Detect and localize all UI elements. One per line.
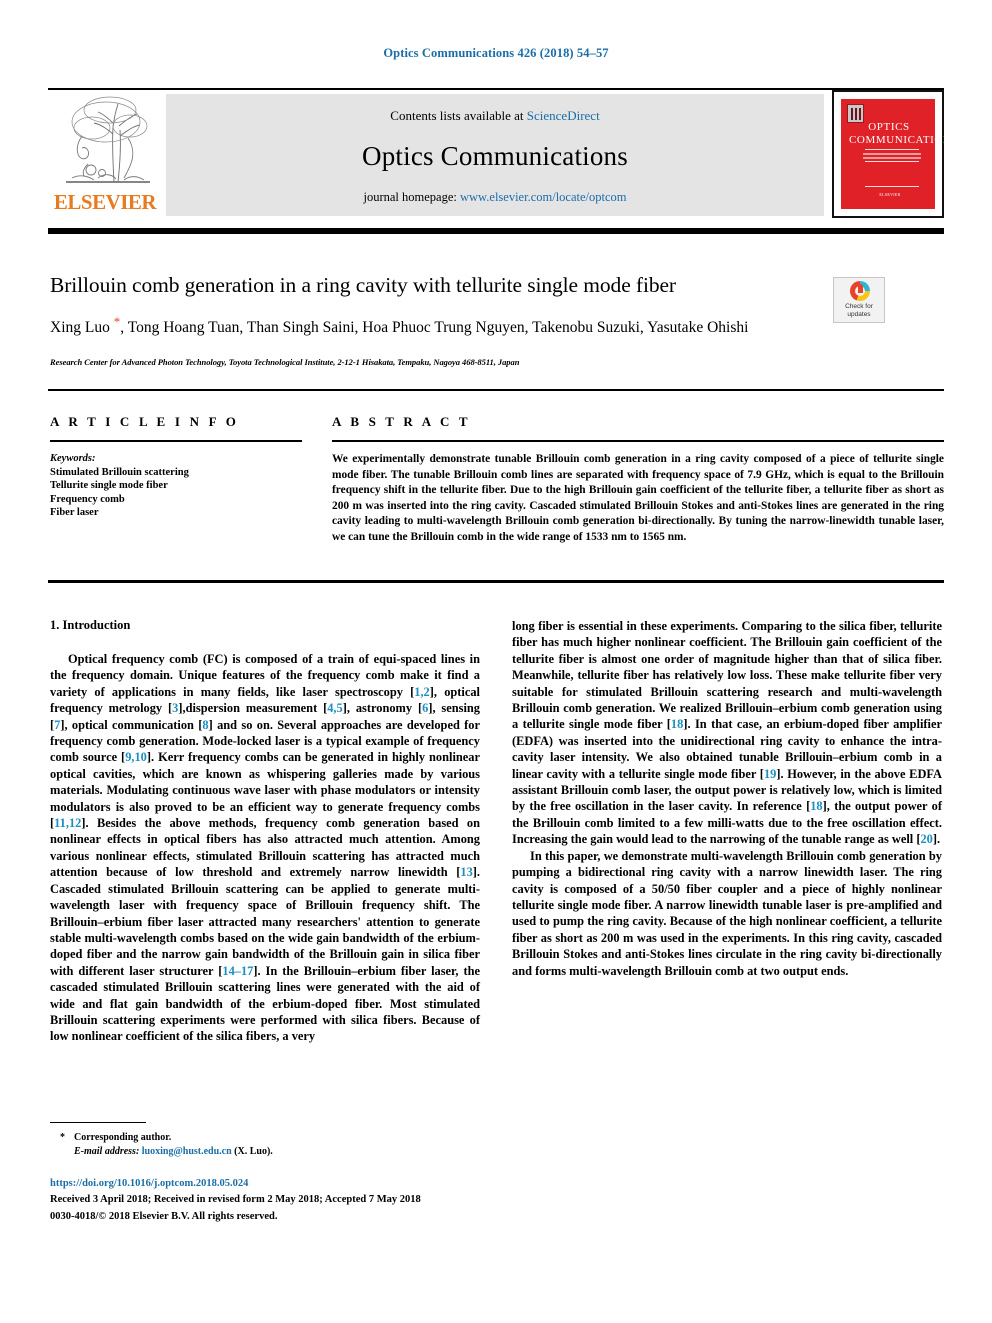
cover-footer-text: ELSEVIER [879,192,901,197]
abstract-heading: A B S T R A C T [332,414,471,429]
journal-cover-thumbnail: OPTICS COMMUNICATIONS ELSEVIER [832,90,959,218]
crossmark-line1: Check for [845,303,873,310]
crossmark-icon [850,281,870,301]
keyword-item: Tellurite single mode fiber [50,480,168,491]
info-section-top-rule [48,389,944,391]
journal-masthead: ELSEVIER Contents lists available at Sci… [48,88,959,218]
article-info-rule [50,440,302,442]
corresponding-author-marker: * [113,314,121,329]
received-dates: Received 3 April 2018; Received in revis… [50,1194,421,1205]
email-label: E-mail address: [74,1146,140,1157]
citation-ref[interactable]: 19 [764,767,776,781]
authors-text: Xing Luo *, Tong Hoang Tuan, Than Singh … [50,314,749,337]
citation-ref[interactable]: 14–17 [222,964,253,978]
affiliation: Research Center for Advanced Photon Tech… [50,357,520,367]
keyword-item: Stimulated Brillouin scattering [50,466,189,478]
cover-title-line2: COMMUNICATIONS [849,134,959,146]
footnote-rule [50,1122,146,1124]
email-link[interactable]: luoxing@hust.edu.cn [142,1146,232,1157]
elsevier-logo: ELSEVIER [50,94,158,216]
journal-title: Optics Communications [362,141,628,171]
journal-band: Contents lists available at ScienceDirec… [166,94,824,216]
keywords-label: Keywords: [50,453,96,464]
running-head: Optics Communications 426 (2018) 54–57 [383,46,609,60]
copyright-line: 0030-4018/© 2018 Elsevier B.V. All right… [50,1211,278,1222]
crossmark-label: Check for updates [834,303,884,319]
author-list: Xing Luo *, Tong Hoang Tuan, Than Singh … [50,310,810,339]
paragraph-left-1: Optical frequency comb (FC) is composed … [50,652,480,1044]
homepage-prefix: journal homepage: [363,190,460,204]
doi-link[interactable]: https://doi.org/10.1016/j.optcom.2018.05… [50,1178,248,1189]
email-note: E-mail address: luoxing@hust.edu.cn (X. … [50,1145,480,1159]
citation-ref[interactable]: 9,10 [125,750,147,764]
citation-ref[interactable]: 4,5 [327,701,343,715]
journal-homepage-line: journal homepage: www.elsevier.com/locat… [166,190,824,205]
citation-ref[interactable]: 18 [810,799,822,813]
citation-ref[interactable]: 11,12 [54,816,81,830]
masthead-bottom-rule [48,228,944,234]
keyword-item: Fiber laser [50,507,99,518]
body-column-right: long fiber is essential in these experim… [512,618,942,979]
page-title: Brillouin comb generation in a ring cavi… [50,273,676,297]
footnote-star: * [60,1132,65,1143]
abstract-text: We experimentally demonstrate tunable Br… [332,453,944,543]
cover-title-line1: OPTICS [868,121,910,133]
cover-rule-1 [865,149,919,150]
journal-cover-inner: OPTICS COMMUNICATIONS ELSEVIER [839,97,959,211]
elsevier-tree-icon [58,94,154,188]
journal-homepage-link[interactable]: www.elsevier.com/locate/optcom [460,190,627,204]
cover-rule-3 [865,186,919,187]
keyword-item: Frequency comb [50,493,125,505]
elsevier-wordmark: ELSEVIER [53,190,157,214]
citation-ref[interactable]: 18 [671,717,683,731]
email-suffix: (X. Luo). [234,1146,273,1157]
body-column-left: 1. Introduction Optical frequency comb (… [50,618,480,1045]
article-info-heading: A R T I C L E I N F O [50,414,240,429]
citation-ref[interactable]: 20 [920,832,932,846]
masthead-top-rule [48,88,944,90]
contents-available-line: Contents lists available at ScienceDirec… [166,108,824,124]
paragraph-right-2: In this paper, we demonstrate multi-wave… [512,848,942,978]
crossmark-badge[interactable]: Check for updates [833,277,885,323]
keywords-block: Keywords: Stimulated Brillouin scatterin… [50,452,305,520]
paper-page: Optics Communications 426 (2018) 54–57 E… [0,0,992,1323]
crossmark-line2: updates [847,311,871,318]
footnote-block: * Corresponding author. E-mail address: l… [50,1131,480,1159]
citation-ref[interactable]: 1,2 [414,685,430,699]
contents-prefix: Contents lists available at [390,108,527,123]
sciencedirect-link[interactable]: ScienceDirect [527,108,600,123]
paragraph-right-1: long fiber is essential in these experim… [512,619,943,847]
journal-cover-title: OPTICS COMMUNICATIONS [849,121,959,147]
cover-subline-2 [863,157,921,159]
cover-subline-1 [863,153,921,155]
cover-rule-2 [865,161,919,162]
citation-ref[interactable]: 13 [460,865,472,879]
corresponding-author-note: * Corresponding author. [60,1132,172,1143]
section-heading-introduction: 1. Introduction [50,618,131,632]
abstract-rule [332,440,944,442]
abstract-bottom-rule [48,580,944,583]
